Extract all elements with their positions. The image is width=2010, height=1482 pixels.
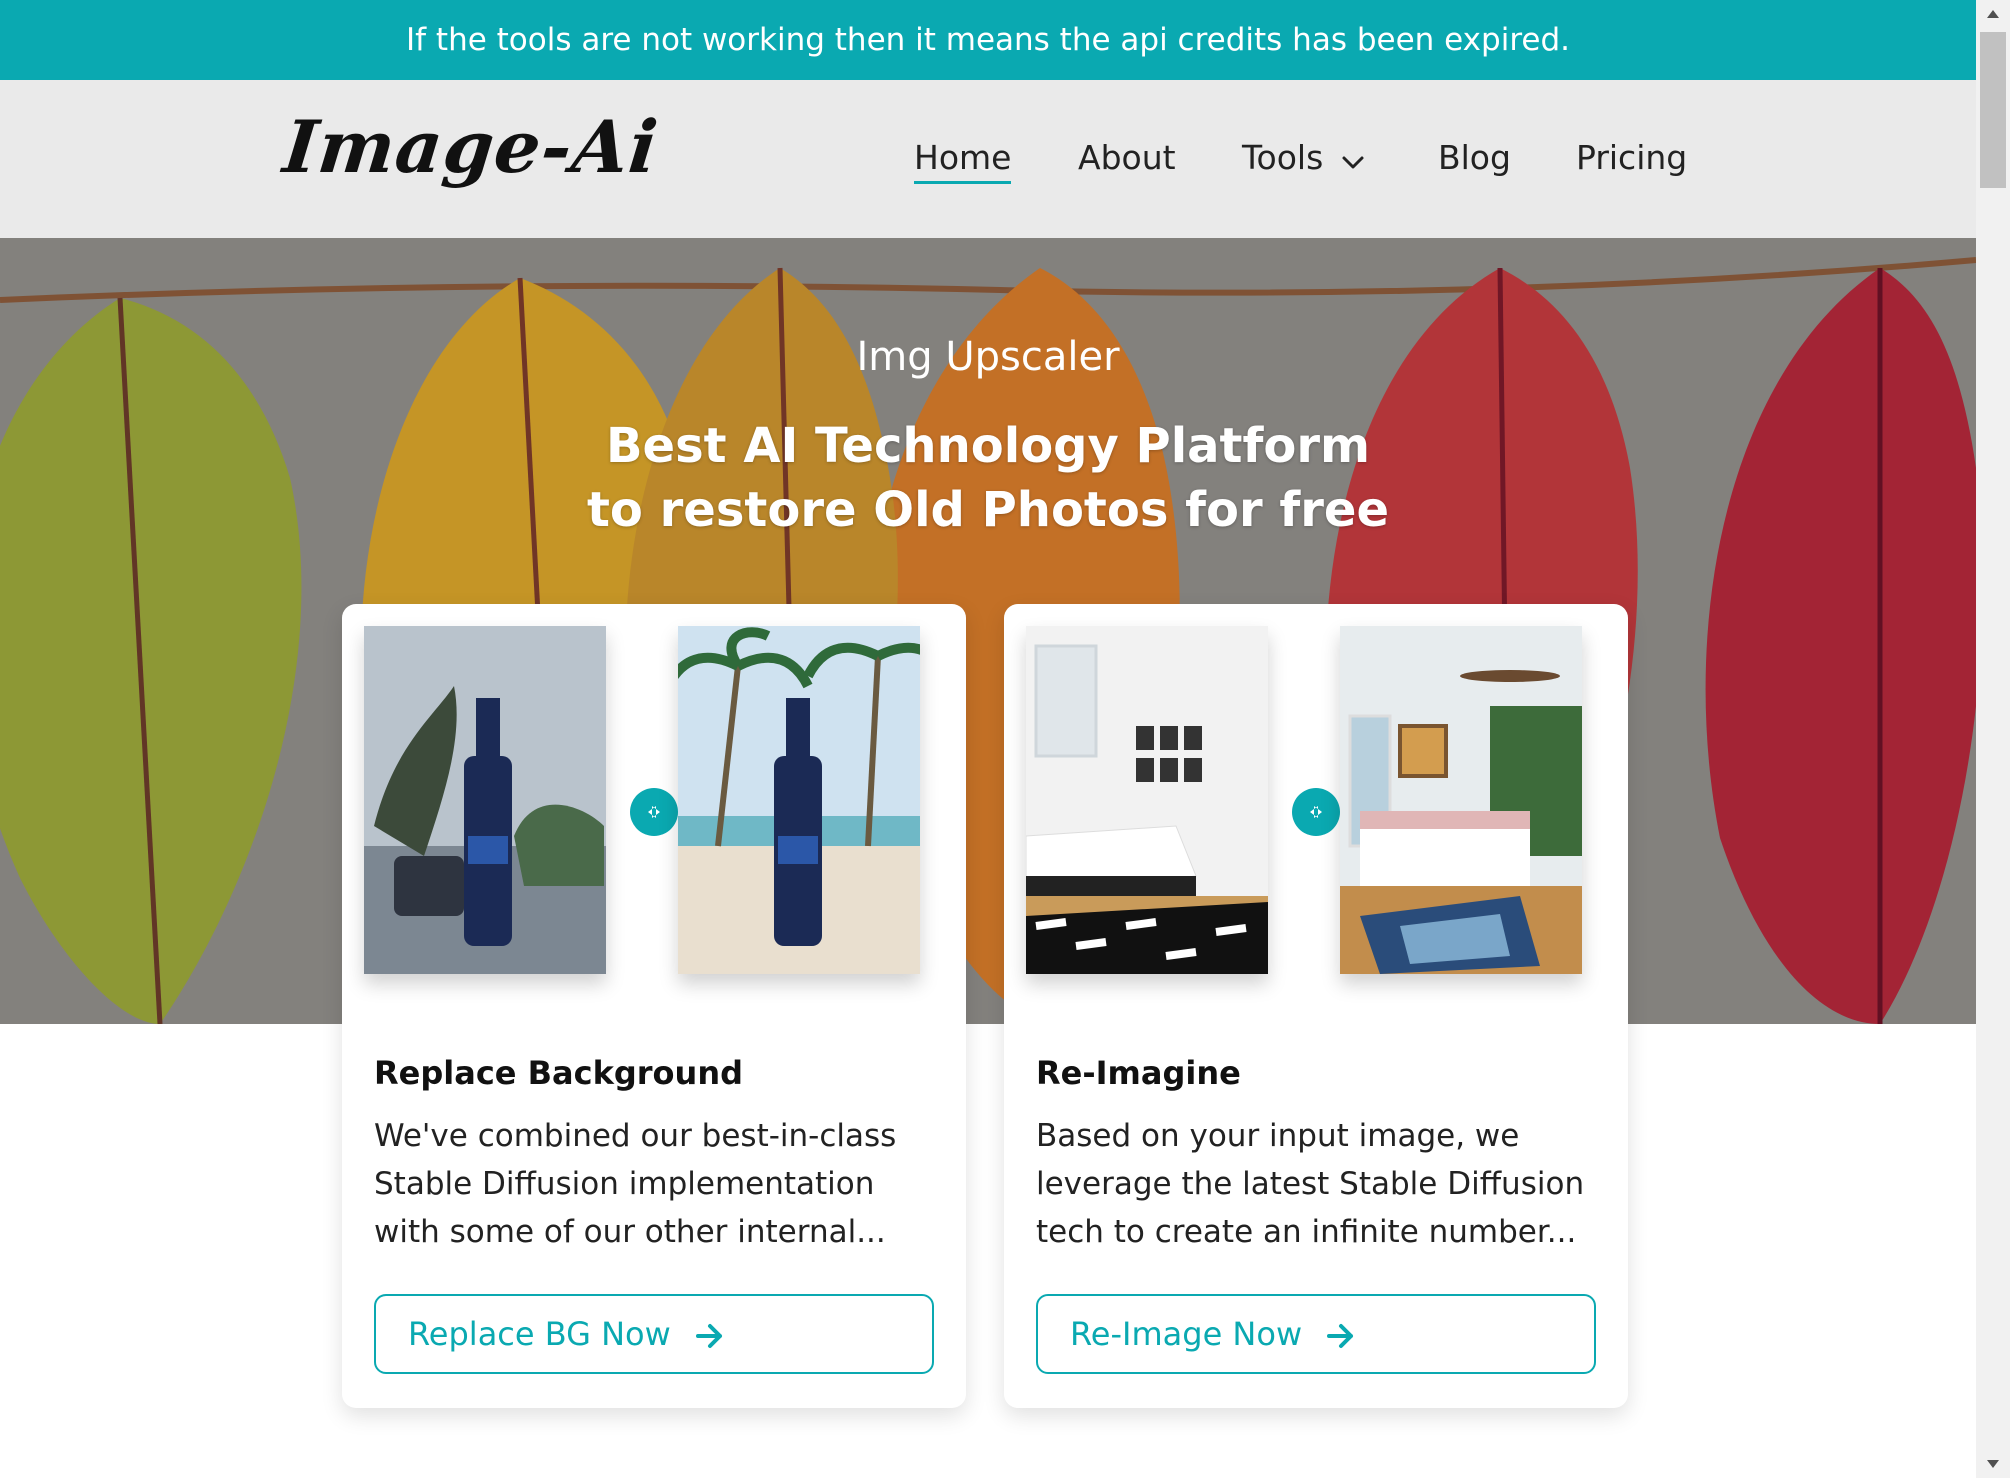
before-image-bottle (364, 626, 606, 974)
nav-about[interactable]: About (1078, 138, 1176, 177)
scroll-up-arrow-icon[interactable] (1976, 0, 2010, 28)
hero-section: Img Upscaler Best AI Technology Platform… (0, 238, 1976, 1024)
scroll-down-arrow-icon[interactable] (1976, 1450, 2010, 1478)
api-credits-notice: If the tools are not working then it mea… (0, 0, 1976, 80)
swap-icon (630, 788, 678, 836)
vertical-scrollbar[interactable] (1976, 0, 2010, 1478)
hero-subtitle: Img Upscaler (856, 334, 1120, 380)
swap-icon (1292, 788, 1340, 836)
nav-tools-label: Tools (1242, 138, 1324, 177)
re-image-now-button[interactable]: Re-Image Now (1036, 1294, 1596, 1374)
chevron-down-icon (1341, 140, 1365, 179)
after-image-bottle-beach (678, 626, 920, 974)
card-description: Based on your input image, we leverage t… (1036, 1118, 1585, 1250)
card-title: Re-Imagine (1036, 1054, 1241, 1092)
logo[interactable]: Image-Ai (280, 104, 663, 189)
button-label: Replace BG Now (408, 1315, 671, 1353)
nav-blog[interactable]: Blog (1438, 138, 1511, 177)
hero-title-line2: to restore Old Photos for free (586, 482, 1390, 538)
button-label: Re-Image Now (1070, 1315, 1303, 1353)
after-image-bedroom-green (1340, 626, 1582, 974)
card-replace-background: Replace Background We've combined our be… (342, 604, 966, 1408)
arrow-right-icon (1327, 1324, 1354, 1348)
card-title: Replace Background (374, 1054, 743, 1092)
scrollbar-thumb[interactable] (1980, 32, 2006, 188)
nav-home[interactable]: Home (914, 138, 1012, 184)
hero-title: Best AI Technology Platform to restore O… (0, 414, 1976, 542)
before-image-bedroom (1026, 626, 1268, 974)
hero-title-line1: Best AI Technology Platform (605, 418, 1371, 474)
nav-pricing[interactable]: Pricing (1576, 138, 1687, 177)
card-description: We've combined our best-in-class Stable … (374, 1118, 897, 1250)
nav-tools[interactable]: Tools (1242, 138, 1365, 179)
arrow-right-icon (695, 1324, 722, 1348)
card-re-imagine: Re-Imagine Based on your input image, we… (1004, 604, 1628, 1408)
site-header: Image-Ai Home About Tools Blog Pricing (0, 80, 1976, 238)
replace-bg-now-button[interactable]: Replace BG Now (374, 1294, 934, 1374)
page: If the tools are not working then it mea… (0, 0, 1976, 1478)
